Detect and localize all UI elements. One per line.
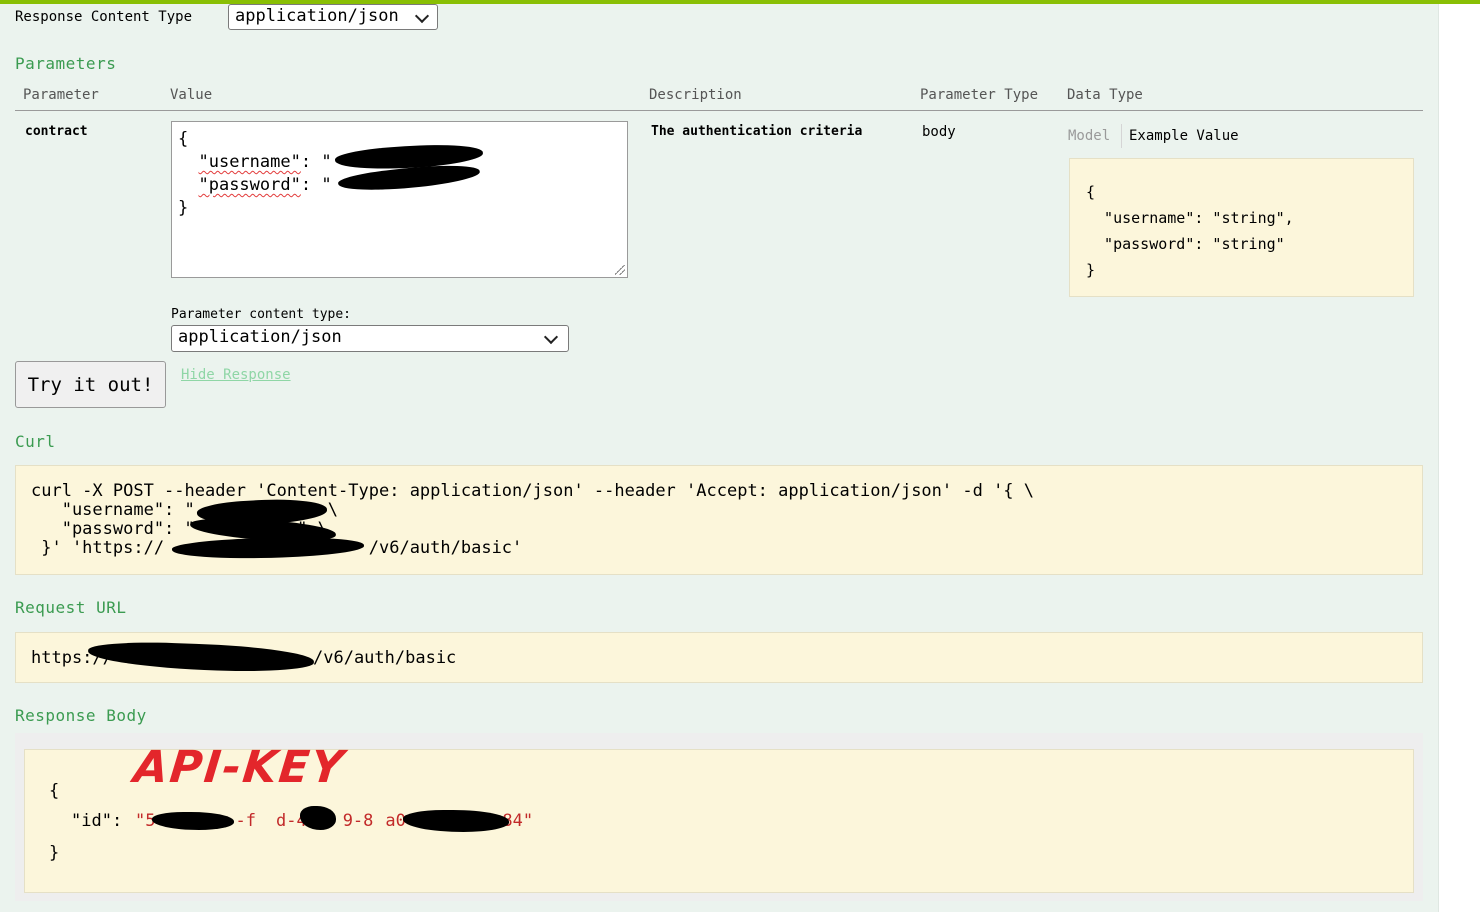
parameter-type-value: body [922,124,956,140]
parameter-value-textarea[interactable]: { "username": " "password": " } [171,121,628,278]
resize-grip-icon[interactable] [615,265,625,275]
example-value-box[interactable]: { "username": "string", "password": "str… [1069,158,1414,297]
chevron-down-icon [543,329,559,345]
tab-example-value[interactable]: Example Value [1129,128,1239,144]
example-value-json: { "username": "string", "password": "str… [1086,183,1294,279]
header-parameter: Parameter [23,87,99,103]
parameter-content-type-label: Parameter content type: [171,307,352,322]
json-open-brace: { [178,129,189,149]
parameter-content-type-value: application/json [178,327,342,347]
api-key-annotation: API-KEY [131,742,348,793]
response-content-type-label: Response Content Type [15,9,193,25]
parameter-name: contract [25,124,88,139]
parameters-title: Parameters [15,54,117,73]
chevron-down-icon [414,8,430,24]
try-it-out-button[interactable]: Try it out! [15,361,166,408]
tab-model[interactable]: Model [1068,128,1110,144]
json-close-brace: } [178,198,189,218]
request-url-title: Request URL [15,598,127,617]
json-password-key: "password" [198,175,301,195]
header-description: Description [649,87,742,103]
request-url-suffix: /v6/auth/basic [313,648,457,668]
curl-title: Curl [15,432,56,451]
curl-line-1: curl -X POST --header 'Content-Type: app… [31,481,1035,501]
json-colon: : " [300,152,332,172]
response-content-type-value: application/json [235,6,399,26]
header-parameter-type: Parameter Type [920,87,1039,103]
parameter-content-type-select[interactable]: application/json [171,325,569,352]
tab-separator [1121,124,1122,148]
response-close-brace: } [49,843,60,863]
json-username-key: "username" [198,152,301,172]
response-content-type-select[interactable]: application/json [228,4,438,30]
table-divider [15,110,1423,111]
response-body-title: Response Body [15,706,147,725]
response-open-brace: { [49,781,60,801]
json-colon: : " [300,175,332,195]
hide-response-link[interactable]: Hide Response [181,367,291,383]
header-data-type: Data Type [1067,87,1143,103]
header-value: Value [170,87,213,103]
parameter-description: The authentication criteria [651,124,863,139]
response-id-key: "id": [71,811,133,831]
